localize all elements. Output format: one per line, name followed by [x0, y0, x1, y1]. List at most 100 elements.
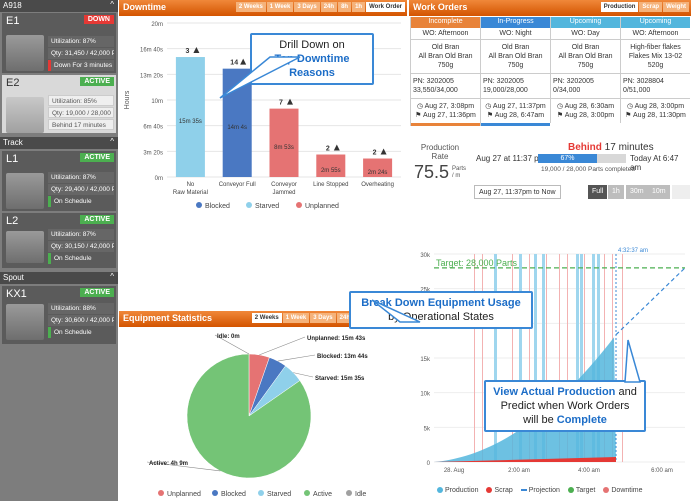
work-order-label: WO: Afternoon — [621, 28, 690, 40]
machine-card-l2[interactable]: L2 ACTIVE Utilization: 87% Qty: 30,150 /… — [2, 213, 116, 268]
tab-weight[interactable]: Weight — [663, 2, 689, 12]
bar-count-label: 2 — [326, 146, 330, 153]
chevron-up-icon[interactable]: ^ — [110, 272, 114, 281]
progress-bar: 67% — [538, 154, 626, 163]
work-order-part: PN: 3202005 33,550/34,000 — [411, 74, 480, 99]
chart-controls — [672, 185, 690, 199]
zoom-1h-button[interactable]: 1h — [608, 185, 624, 199]
legend-projection[interactable]: Projection — [520, 487, 560, 494]
work-order-description: Old Bran All Bran Old Bran 750g — [411, 40, 480, 74]
x-tick-label: Jammed — [272, 190, 295, 196]
date-range-button[interactable]: Aug 27, 11:37pm to Now — [474, 185, 561, 199]
behind-word: Behind — [568, 142, 602, 153]
tab-1-week[interactable]: 1 Week — [282, 313, 310, 323]
legend-downtime[interactable]: Downtime — [603, 487, 643, 494]
production-rate-value: 75.5 — [414, 162, 450, 182]
now-time-label: 4:32:37 am — [618, 248, 648, 254]
machine-image — [6, 173, 44, 209]
legend-marker — [212, 490, 218, 496]
tab-24h[interactable]: 24h — [320, 2, 338, 12]
legend-label: Idle — [355, 491, 366, 498]
callout-highlight: Break Down Equipment Usage — [361, 297, 521, 309]
legend-label: Unplanned — [305, 203, 339, 210]
legend-target[interactable]: Target — [567, 487, 595, 494]
group-header-track[interactable]: Track ^ — [0, 137, 118, 149]
schedule-state: On Schedule — [48, 196, 114, 207]
zoom-30m-button[interactable]: 30m — [626, 185, 648, 199]
legend-marker — [304, 490, 310, 496]
work-order-description: Old Bran All Bran Old Bran 750g — [551, 40, 620, 74]
target-label: Target: 28,000 Parts — [436, 258, 518, 268]
utilization-text: Utilization: 87% — [48, 36, 114, 47]
legend-marker — [246, 202, 252, 208]
group-header-spout[interactable]: Spout ^ — [0, 272, 118, 284]
parts-completed: 19,000 / 28,000 Parts completed — [541, 166, 635, 173]
status-badge: ACTIVE — [80, 215, 114, 224]
warning-icon — [333, 144, 340, 151]
tab-1h[interactable]: 1h — [352, 2, 366, 12]
zoom-full-button[interactable]: Full — [588, 185, 608, 199]
status-badge: ACTIVE — [80, 153, 114, 162]
quantity-text: Qty: 29,400 / 42,000 Parts — [48, 184, 114, 195]
legend-production[interactable]: Production — [437, 487, 478, 494]
tab-2-weeks[interactable]: 2 Weeks — [235, 2, 266, 12]
bar-count-label: 7 — [279, 100, 283, 107]
tab-production[interactable]: Production — [600, 2, 639, 12]
chevron-up-icon[interactable]: ^ — [110, 0, 114, 9]
utilization-text: Utilization: 87% — [48, 172, 114, 183]
work-order-column[interactable]: Incomplete WO: Afternoon Old Bran All Bran … — [410, 17, 480, 126]
pie-slice-label: Unplanned: 15m 43s — [307, 336, 366, 342]
work-order-part: PN: 3028804 0/51,000 — [621, 74, 690, 99]
group-name: Spout — [3, 273, 24, 282]
pie-leader-line — [277, 354, 316, 362]
x-tick-label: Conveyor — [271, 182, 297, 188]
tab-1-week[interactable]: 1 Week — [266, 2, 294, 12]
work-order-start: Aug 27 at 11:37 pm — [476, 154, 546, 163]
warning-icon — [240, 58, 247, 65]
y-tick-label: 16m 40s — [140, 48, 163, 54]
machine-name: E1 — [6, 15, 20, 27]
work-order-column[interactable]: Upcoming WO: Day Old Bran All Bran Old Bran… — [550, 17, 620, 123]
tab-3-days[interactable]: 3 Days — [310, 313, 336, 323]
work-order-schedule: ◷ Aug 28, 6:30am ⚑ Aug 28, 3:00pm — [551, 99, 620, 123]
legend-marker — [196, 202, 202, 208]
downtime-band — [482, 254, 483, 462]
chevron-up-icon[interactable]: ^ — [110, 137, 114, 146]
group-header-a918[interactable]: A918 ^ — [0, 0, 118, 12]
work-order-description: High-fiber flakes Flakes Mix 13-02 520g — [621, 40, 690, 74]
tab-work-order[interactable]: Work Order — [366, 2, 405, 12]
quantity-text: Qty: 30,150 / 42,000 Parts — [48, 241, 114, 252]
work-order-status: Upcoming — [551, 17, 620, 28]
tab-scrap[interactable]: Scrap — [639, 2, 663, 12]
clock-icon: ◷ — [416, 103, 424, 110]
zoom-10m-button[interactable]: 10m — [648, 185, 670, 199]
machine-card-l1[interactable]: L1 ACTIVE Utilization: 87% Qty: 29,400 /… — [2, 151, 116, 211]
machine-card-e2[interactable]: E2 ACTIVE Utilization: 85% Qty: 19,000 /… — [2, 75, 116, 133]
equipment-pie-chart: Unplanned: 15m 43s Blocked: 13m 44s Starve… — [146, 334, 368, 498]
projection-line — [615, 267, 686, 336]
behind-status: Behind 17 minutes — [568, 142, 654, 153]
work-order-part: PN: 3202005 0/34,000 — [551, 74, 620, 99]
work-order-progress — [481, 123, 550, 126]
machine-card-kx1[interactable]: KX1 ACTIVE Utilization: 88% Qty: 30,600 … — [2, 286, 116, 344]
tab-3-days[interactable]: 3 Days — [294, 2, 320, 12]
tab-8h[interactable]: 8h — [338, 2, 352, 12]
work-order-column[interactable]: In-Progress WO: Night Old Bran All Bran Old… — [480, 17, 550, 126]
tab-2-weeks[interactable]: 2 Weeks — [251, 313, 282, 323]
y-tick-label: 13m 20s — [140, 73, 163, 79]
flag-icon: ⚑ — [556, 112, 564, 119]
work-order-column[interactable]: Upcoming WO: Afternoon High-fiber flakes Fl… — [620, 17, 690, 123]
callout-highlight: Top Downtime Reasons — [274, 53, 350, 79]
machine-name: L2 — [6, 215, 19, 227]
utilization-text: Utilization: 88% — [48, 303, 114, 314]
panel-title: Downtime — [123, 2, 167, 12]
clock-icon: ◷ — [556, 103, 564, 110]
legend-scrap[interactable]: Scrap — [486, 487, 513, 494]
work-order-description: Old Bran All Bran Old Bran 750g — [481, 40, 550, 74]
panel-title: Equipment Statistics — [123, 313, 213, 323]
bar-value-label: 2m 55s — [321, 168, 341, 174]
pie-leader-line — [259, 336, 306, 356]
machine-card-e1[interactable]: E1 DOWN Utilization: 87% Qty: 31,450 / 4… — [2, 13, 116, 73]
legend-label: Blocked — [205, 203, 230, 210]
group-name: Track — [3, 138, 23, 147]
